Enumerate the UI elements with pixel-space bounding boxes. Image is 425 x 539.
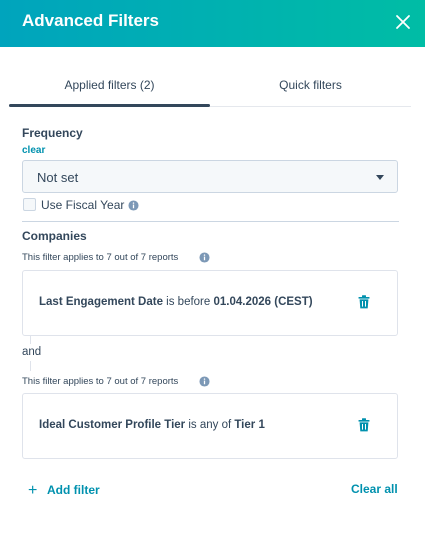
filter-operator: is any of [185,419,235,431]
connector-line [30,336,31,344]
and-joiner: and [22,346,42,358]
fiscal-year-checkbox[interactable] [23,198,36,211]
trash-icon[interactable] [358,295,370,309]
plus-icon: + [28,482,38,499]
info-icon[interactable] [128,200,139,211]
panel-header: Advanced Filters [0,0,425,47]
filter-operator: is before [162,296,214,308]
section-divider [22,221,399,222]
info-icon[interactable] [199,252,210,263]
filter-tabs: Applied filters (2) Quick filters [9,70,411,107]
filter-card[interactable]: Last Engagement Date is before 01.04.202… [22,270,398,336]
filter-description: Last Engagement Date is before 01.04.202… [39,296,313,308]
companies-label: Companies [22,229,87,243]
clear-all-button[interactable]: Clear all [351,482,398,496]
frequency-label: Frequency [22,126,83,140]
connector-line [30,361,31,371]
filter-scope-note: This filter applies to 7 out of 7 report… [22,252,179,263]
info-icon[interactable] [199,376,210,387]
trash-icon[interactable] [358,418,370,432]
filter-value: 01.04.2026 (CEST) [213,296,313,308]
fiscal-year-label: Use Fiscal Year [41,198,125,212]
tab-applied-filters[interactable]: Applied filters (2) [9,70,210,107]
filter-value: Tier 1 [234,419,265,431]
filter-description: Ideal Customer Profile Tier is any of Ti… [39,419,265,431]
caret-down-icon [376,175,384,180]
frequency-clear-link[interactable]: clear [22,145,45,156]
filter-property: Last Engagement Date [39,296,163,308]
frequency-select-value: Not set [37,170,79,185]
add-filter-label: Add filter [47,483,100,497]
filter-scope-note: This filter applies to 7 out of 7 report… [22,376,179,387]
close-icon[interactable] [391,10,415,34]
filter-property: Ideal Customer Profile Tier [39,419,186,431]
frequency-select[interactable]: Not set [22,160,398,193]
filter-card[interactable]: Ideal Customer Profile Tier is any of Ti… [22,393,398,459]
add-filter-button[interactable]: + Add filter [28,481,100,499]
tab-quick-filters[interactable]: Quick filters [210,70,411,106]
panel-title: Advanced Filters [22,11,159,30]
